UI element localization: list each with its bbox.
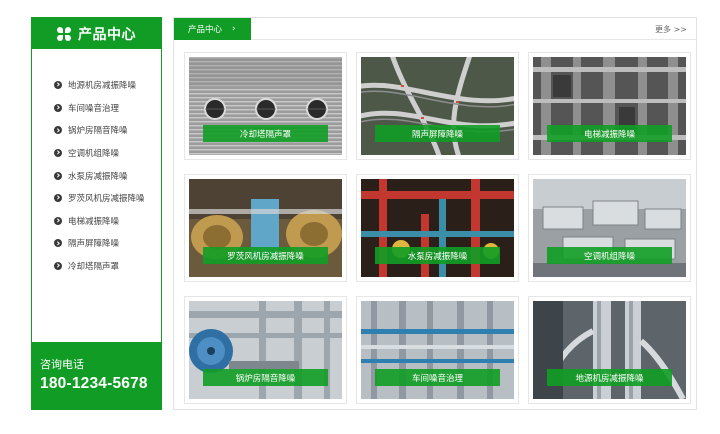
sidebar-item-label: 水泵房减振降噪 [68,171,128,182]
sidebar-item-workshop-noise[interactable]: 车间噪音治理 [54,97,161,120]
sidebar-title: 产品中心 [78,26,136,43]
sidebar-item-label: 空调机组降噪 [68,149,120,160]
product-caption: 锅炉房隔音降噪 [203,369,328,386]
product-caption: 车间噪音治理 [375,369,500,386]
product-card-air-conditioning[interactable]: 空调机组降噪 [528,174,691,282]
chevron-right-circle-icon [54,103,62,112]
chevron-right-circle-icon [54,126,62,135]
sidebar-item-label: 车间噪音治理 [68,103,120,114]
product-caption: 地源机房减振降噪 [547,369,672,386]
product-image: 罗茨风机房减振降噪 [189,179,342,277]
chevron-right-circle-icon [54,239,62,248]
product-sidebar: 产品中心 地源机房减振降噪 车间噪音治理 锅炉房隔音降噪 空调机组降噪 水泵房减… [31,17,162,410]
sidebar-item-pump-room[interactable]: 水泵房减振降噪 [54,164,161,187]
panel-header: 产品中心 › 更多 >> [174,18,696,40]
contact-label: 咨询电话 [40,358,84,371]
product-card-boiler-room[interactable]: 锅炉房隔音降噪 [184,296,347,404]
sidebar-item-elevator[interactable]: 电梯减振降噪 [54,210,161,233]
product-card-workshop-noise[interactable]: 车间噪音治理 [356,296,519,404]
sidebar-item-label: 隔声屏障降噪 [68,239,120,250]
product-card-roots-blower[interactable]: 罗茨风机房减振降噪 [184,174,347,282]
product-image: 车间噪音治理 [361,301,514,399]
product-caption: 罗茨风机房减振降噪 [203,247,328,264]
product-image: 地源机房减振降噪 [533,301,686,399]
tab-label: 产品中心 [188,25,223,35]
product-card-pump-room[interactable]: 水泵房减振降噪 [356,174,519,282]
more-link[interactable]: 更多 >> [655,24,687,35]
sidebar-item-label: 锅炉房隔音降噪 [68,126,128,137]
product-card-elevator[interactable]: 电梯减振降噪 [528,52,691,160]
sidebar-header: 产品中心 [32,18,161,49]
product-card-cooling-tower[interactable]: 冷却塔隔声罩 [184,52,347,160]
product-image: 水泵房减振降噪 [361,179,514,277]
product-image: 电梯减振降噪 [533,57,686,155]
chevron-right-circle-icon [54,262,62,271]
chevron-right-icon: › [232,24,236,34]
chevron-right-circle-icon [54,149,62,158]
sidebar-category-list: 地源机房减振降噪 车间噪音治理 锅炉房隔音降噪 空调机组降噪 水泵房减振降噪 罗… [32,49,161,277]
sidebar-item-boiler-room[interactable]: 锅炉房隔音降噪 [54,119,161,142]
product-caption: 空调机组降噪 [547,247,672,264]
sidebar-item-label: 地源机房减振降噪 [68,81,137,92]
sidebar-item-sound-barrier[interactable]: 隔声屏障降噪 [54,232,161,255]
product-image: 冷却塔隔声罩 [189,57,342,155]
clover-icon [57,26,71,41]
product-image: 隔声屏障降噪 [361,57,514,155]
sidebar-item-ground-source-room[interactable]: 地源机房减振降噪 [54,74,161,97]
chevron-right-circle-icon [54,216,62,225]
product-caption: 冷却塔隔声罩 [203,125,328,142]
product-image: 空调机组降噪 [533,179,686,277]
sidebar-item-air-conditioning[interactable]: 空调机组降噪 [54,142,161,165]
tab-product-center[interactable]: 产品中心 › [174,18,251,40]
sidebar-item-roots-blower[interactable]: 罗茨风机房减振降噪 [54,187,161,210]
sidebar-item-cooling-tower[interactable]: 冷却塔隔声罩 [54,255,161,278]
chevron-right-circle-icon [54,194,62,203]
product-caption: 隔声屏障降噪 [375,125,500,142]
product-panel: 产品中心 › 更多 >> 冷却塔隔声罩 隔声屏障降噪 电梯减振降噪 罗茨风机房减… [173,17,697,410]
contact-phone[interactable]: 180-1234-5678 [40,375,161,393]
sidebar-item-label: 电梯减振降噪 [68,216,120,227]
sidebar-item-label: 冷却塔隔声罩 [68,262,120,273]
chevron-right-circle-icon [54,81,62,90]
product-card-sound-barrier[interactable]: 隔声屏障降噪 [356,52,519,160]
chevron-right-circle-icon [54,171,62,180]
product-card-ground-source-room[interactable]: 地源机房减振降噪 [528,296,691,404]
product-caption: 电梯减振降噪 [547,125,672,142]
sidebar-item-label: 罗茨风机房减振降噪 [68,194,145,205]
contact-box: 咨询电话 180-1234-5678 [32,342,161,409]
product-image: 锅炉房隔音降噪 [189,301,342,399]
product-caption: 水泵房减振降噪 [375,247,500,264]
